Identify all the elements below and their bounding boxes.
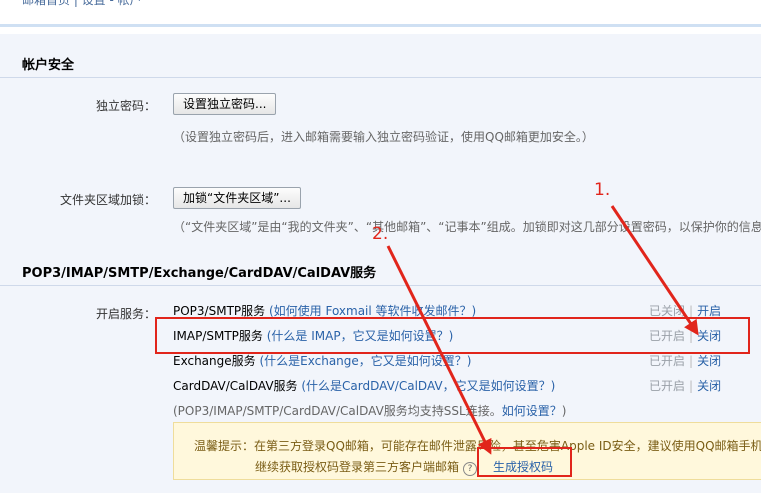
breadcrumb[interactable]: 邮箱首页 | 设置 - 帐户 xyxy=(22,0,142,8)
service-help-link[interactable]: (什么是 IMAP，它又是如何设置？) xyxy=(267,329,454,343)
status-text: 已开启 xyxy=(649,329,686,343)
service-row-caldav: CardDAV/CalDAV服务 (什么是CardDAV/CalDAV，它又是如… xyxy=(173,377,555,394)
folder-lock-label: 文件夹区域加锁： xyxy=(60,193,157,207)
annotation-two: 2. xyxy=(372,224,389,244)
section-divider xyxy=(0,285,761,286)
service-help-link[interactable]: (什么是CardDAV/CalDAV，它又是如何设置？) xyxy=(301,379,555,393)
disable-caldav-link[interactable]: 关闭 xyxy=(697,379,721,393)
disable-imap-link[interactable]: 关闭 xyxy=(697,329,721,343)
service-row-exchange: Exchange服务 (什么是Exchange，它又是如何设置？) xyxy=(173,352,471,369)
service-row-imap: IMAP/SMTP服务 (什么是 IMAP，它又是如何设置？) xyxy=(173,327,453,344)
tip-line-2: 继续获取授权码登录第三方客户端邮箱? xyxy=(255,458,478,476)
service-row-pop3: POP3/SMTP服务 (如何使用 Foxmail 等软件收发邮件？) xyxy=(173,302,476,319)
ssl-setup-link[interactable]: 如何设置？ xyxy=(502,404,562,418)
warning-tip: 温馨提示：在第三方登录QQ邮箱，可能存在邮件泄露风险，甚至危害Apple ID安… xyxy=(173,422,761,480)
status-text: 已关闭 xyxy=(649,304,686,318)
generate-auth-code-link[interactable]: 生成授权码 xyxy=(493,458,553,475)
ssl-note: (POP3/IMAP/SMTP/CardDAV/CalDAV服务均支持SSL连接… xyxy=(173,402,566,419)
service-status-pop3: 已关闭 | 开启 xyxy=(649,304,722,318)
ssl-note-close: ) xyxy=(561,404,567,418)
service-status-exchange: 已开启 | 关闭 xyxy=(649,354,722,368)
disable-exchange-link[interactable]: 关闭 xyxy=(697,354,721,368)
enable-pop3-link[interactable]: 开启 xyxy=(697,304,721,318)
tip-line-2-text: 继续获取授权码登录第三方客户端邮箱 xyxy=(255,460,460,474)
help-icon[interactable]: ? xyxy=(463,462,478,476)
service-name: CardDAV/CalDAV服务 xyxy=(173,379,298,393)
service-status-caldav: 已开启 | 关闭 xyxy=(649,379,722,393)
status-text: 已开启 xyxy=(649,354,686,368)
service-help-link[interactable]: (什么是Exchange，它又是如何设置？) xyxy=(259,354,471,368)
service-name: IMAP/SMTP服务 xyxy=(173,329,263,343)
service-status-imap: 已开启 | 关闭 xyxy=(649,329,722,343)
ssl-note-text: (POP3/IMAP/SMTP/CardDAV/CalDAV服务均支持SSL连接… xyxy=(173,404,502,418)
service-name: Exchange服务 xyxy=(173,354,256,368)
status-text: 已开启 xyxy=(649,379,686,393)
folder-lock-hint: （“文件夹区域”是由“我的文件夹”、“其他邮箱”、“记事本”组成。加锁即对这几部… xyxy=(173,220,761,234)
services-title: POP3/IMAP/SMTP/Exchange/CardDAV/CalDAV服务 xyxy=(22,266,377,281)
lock-folder-button[interactable]: 加锁“文件夹区域”... xyxy=(173,187,301,209)
breadcrumb-bar: 邮箱首页 | 设置 - 帐户 xyxy=(0,0,761,27)
password-label: 独立密码： xyxy=(96,99,157,113)
section-divider xyxy=(0,77,761,78)
tip-line-1: 温馨提示：在第三方登录QQ邮箱，可能存在邮件泄露风险，甚至危害Apple ID安… xyxy=(194,439,761,453)
service-help-link[interactable]: (如何使用 Foxmail 等软件收发邮件？) xyxy=(269,304,476,318)
set-password-button[interactable]: 设置独立密码... xyxy=(173,93,277,115)
password-hint: （设置独立密码后，进入邮箱需要输入独立密码验证，使用QQ邮箱更加安全。） xyxy=(173,130,594,144)
annotation-one: 1. xyxy=(594,180,611,200)
service-name: POP3/SMTP服务 xyxy=(173,304,266,318)
enable-service-label: 开启服务： xyxy=(96,307,157,321)
security-title: 帐户安全 xyxy=(22,58,75,73)
